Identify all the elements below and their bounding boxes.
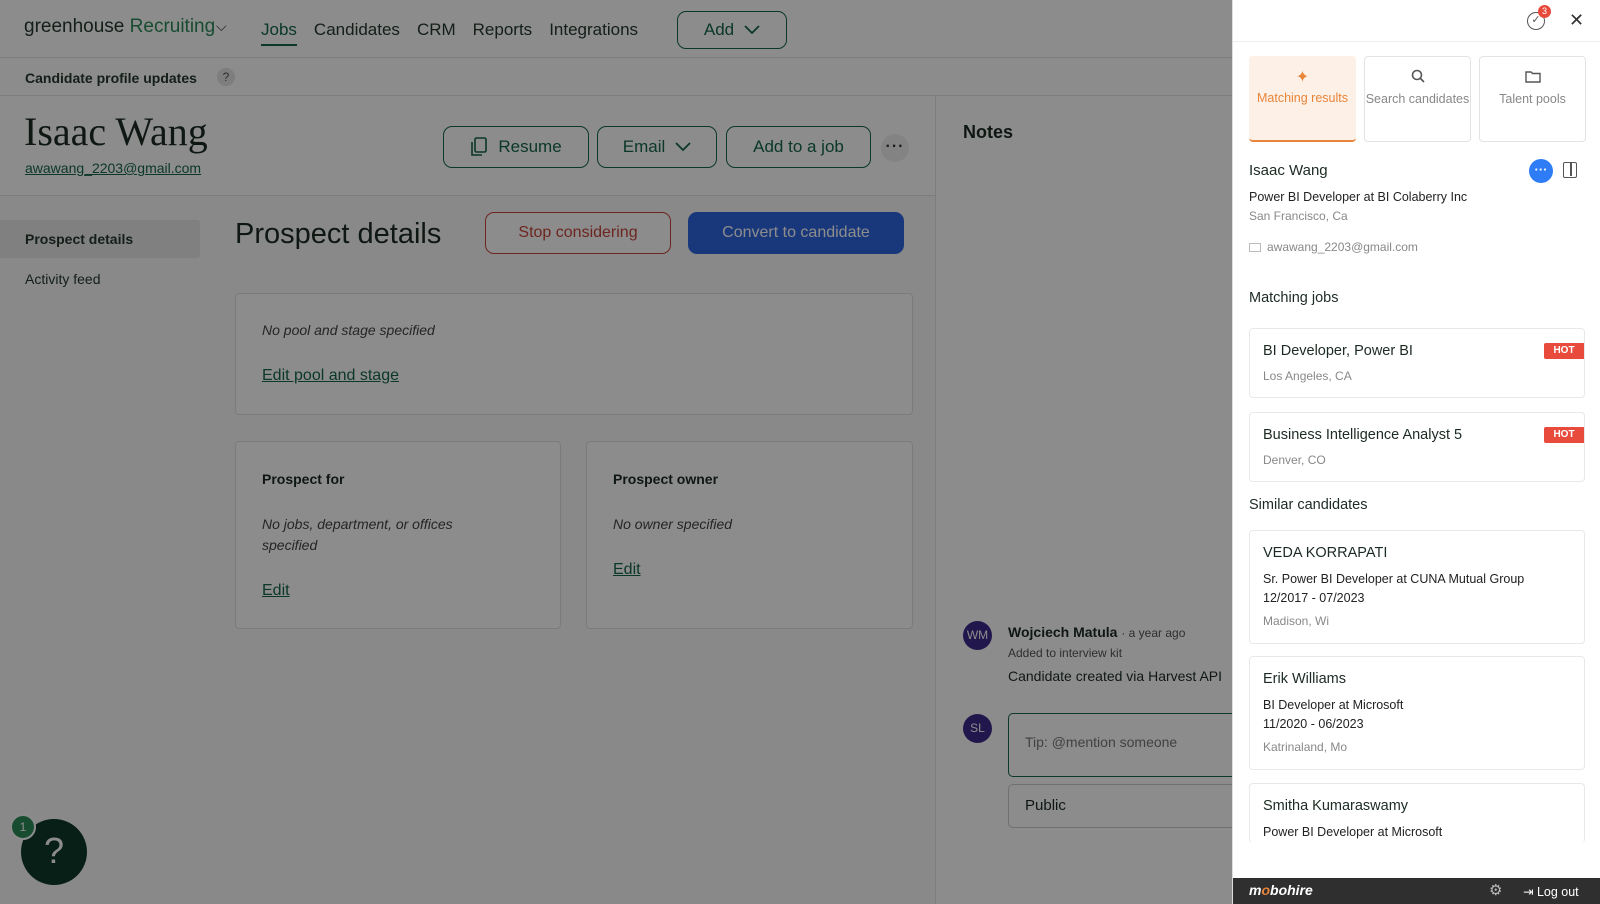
- tab-search-candidates[interactable]: Search candidates: [1364, 56, 1471, 142]
- search-icon: [1365, 69, 1470, 88]
- panel-tabs: ✦ Matching results Search candidates Tal…: [1249, 56, 1586, 142]
- tab-talent-pools[interactable]: Talent pools: [1479, 56, 1586, 142]
- job-card[interactable]: Business Intelligence Analyst 5 Denver, …: [1249, 412, 1585, 482]
- panel-footer: mobohire ⚙ ⇥ Log out: [1233, 878, 1600, 904]
- modal-overlay[interactable]: [0, 0, 1232, 904]
- tab-matching-results[interactable]: ✦ Matching results: [1249, 56, 1356, 142]
- profile-role: Power BI Developer at BI Colaberry Inc: [1249, 190, 1468, 204]
- matching-jobs-title: Matching jobs: [1249, 290, 1339, 306]
- sparkle-icon: ✦: [1295, 69, 1310, 86]
- job-card[interactable]: BI Developer, Power BI Los Angeles, CA H…: [1249, 328, 1585, 398]
- profile-location: San Francisco, Ca: [1249, 209, 1348, 223]
- candidate-card[interactable]: Smitha Kumaraswamy Power BI Developer at…: [1249, 783, 1585, 843]
- mobohire-logo: mobohire: [1249, 882, 1313, 898]
- candidate-card[interactable]: VEDA KORRAPATI Sr. Power BI Developer at…: [1249, 530, 1585, 644]
- more-options-icon[interactable]: ···: [1529, 159, 1553, 183]
- mail-icon: [1249, 243, 1261, 252]
- logout-button[interactable]: ⇥ Log out: [1523, 884, 1579, 899]
- panel-header: ✓ 3 ✕: [1233, 0, 1600, 42]
- gear-icon[interactable]: ⚙: [1489, 881, 1502, 899]
- hot-badge: HOT: [1544, 343, 1584, 359]
- notification-badge: 3: [1538, 5, 1551, 18]
- mobohire-side-panel: ✓ 3 ✕ ✦ Matching results Search candidat…: [1232, 0, 1600, 904]
- folder-icon: [1480, 69, 1585, 88]
- hot-badge: HOT: [1544, 427, 1584, 443]
- profile-email: awawang_2203@gmail.com: [1249, 240, 1418, 254]
- close-icon[interactable]: ✕: [1569, 10, 1584, 31]
- profile-name: Isaac Wang: [1249, 162, 1328, 179]
- sidebar-toggle-icon[interactable]: [1563, 162, 1577, 178]
- candidate-card[interactable]: Erik Williams BI Developer at Microsoft …: [1249, 656, 1585, 770]
- similar-candidates-title: Similar candidates: [1249, 497, 1368, 513]
